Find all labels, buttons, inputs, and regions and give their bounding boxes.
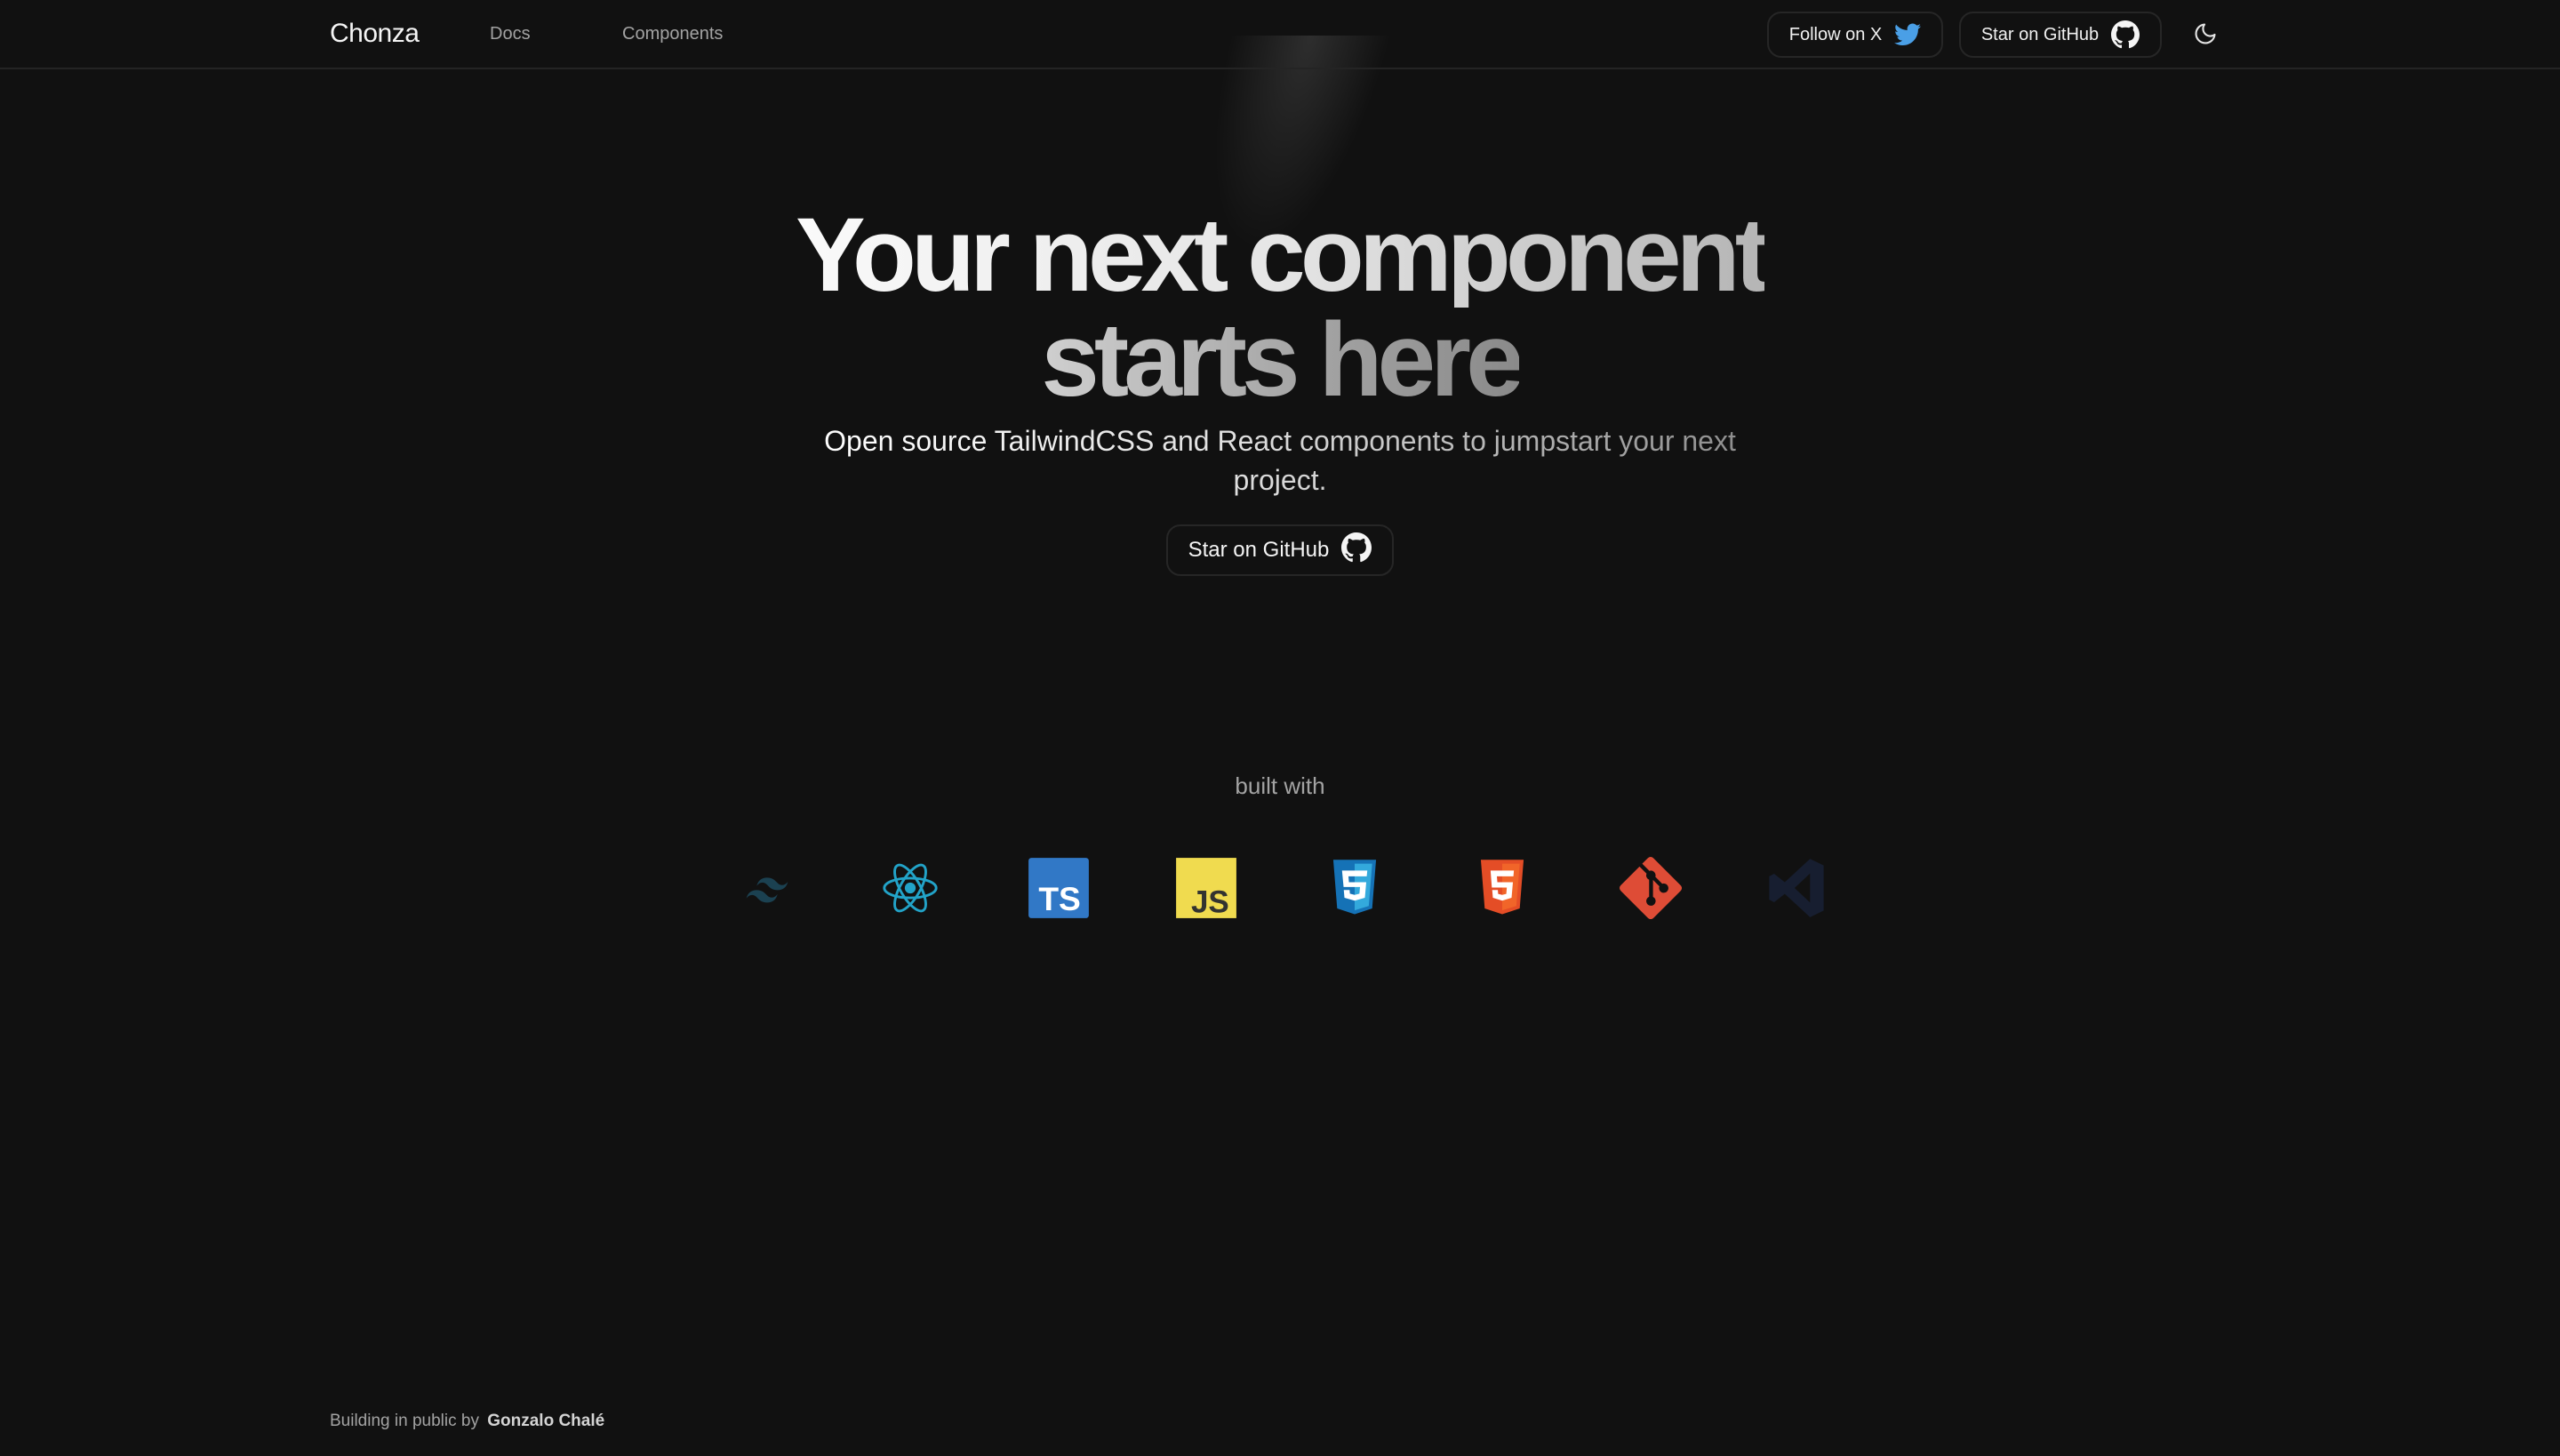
landing-page: Chonza Docs Components Follow on X Star … — [0, 0, 2560, 1456]
git-logo — [1620, 857, 1682, 919]
hero-subtitle: Open source TailwindCSS and React compon… — [818, 421, 1742, 500]
footer-prefix: Building in public by — [330, 1412, 479, 1430]
typescript-logo: TS — [1028, 857, 1090, 919]
hero-title-line-1: Your next component — [795, 196, 1770, 314]
footer-author-link[interactable]: Gonzalo Chalé — [487, 1412, 604, 1430]
html5-logo — [1471, 857, 1533, 919]
tailwindcss-logo — [736, 857, 798, 919]
star-on-github-cta-label: Star on GitHub — [1188, 538, 1330, 562]
theme-toggle-button[interactable] — [2190, 20, 2220, 50]
github-icon — [2111, 20, 2140, 49]
javascript-logo: JS — [1175, 857, 1237, 919]
star-on-github-header-button[interactable]: Star on GitHub — [1959, 12, 2162, 58]
top-navbar: Chonza Docs Components Follow on X Star … — [0, 0, 2560, 69]
built-with-label: built with — [1235, 772, 1325, 799]
footer-credit: Building in public by Gonzalo Chalé — [330, 1411, 604, 1432]
moon-icon — [2193, 21, 2218, 49]
follow-on-x-button[interactable]: Follow on X — [1767, 12, 1943, 58]
github-icon — [1341, 532, 1372, 569]
nav-link-docs[interactable]: Docs — [490, 23, 531, 44]
hero-title: Your next component starts here — [0, 203, 2560, 412]
react-logo — [879, 857, 941, 919]
svg-text:TS: TS — [1038, 880, 1081, 917]
tech-logos-row: TS JS — [0, 857, 2560, 919]
hero-title-line-2: starts here — [1041, 301, 1524, 419]
star-on-github-cta-button[interactable]: Star on GitHub — [1166, 524, 1394, 576]
brand-logo-link[interactable]: Chonza — [330, 18, 420, 50]
star-on-github-header-label: Star on GitHub — [1980, 24, 2100, 44]
twitter-bird-icon — [1894, 23, 1922, 46]
nav-link-components[interactable]: Components — [622, 23, 723, 44]
vscode-logo — [1765, 857, 1828, 919]
svg-text:JS: JS — [1191, 884, 1229, 919]
css3-logo — [1324, 857, 1386, 919]
follow-on-x-label: Follow on X — [1788, 24, 1883, 44]
